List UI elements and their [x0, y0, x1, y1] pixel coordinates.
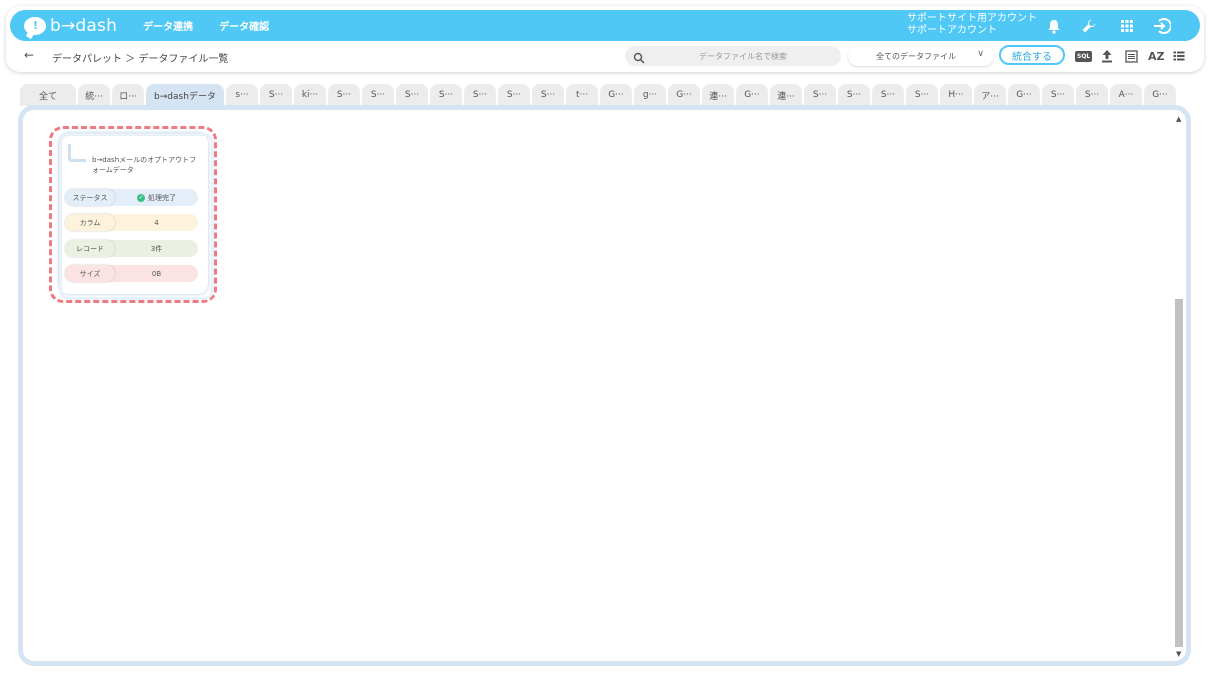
tab-item[interactable]: A··· — [1110, 84, 1142, 106]
status-value-wrap: ✓ 処理完了 — [115, 193, 198, 203]
status-label: ステータス — [65, 189, 115, 206]
sub-toolbar: ← データパレット ＞ データファイル一覧 全てのデータファイル ∨ 統合する … — [10, 44, 1200, 70]
size-row: サイズ 0B — [65, 265, 198, 282]
tab-item[interactable]: S··· — [1076, 84, 1108, 106]
logo[interactable]: ! b→dash — [24, 16, 117, 36]
logo-text: b→dash — [50, 15, 118, 36]
tab-item[interactable]: ki··· — [294, 84, 326, 106]
logo-bubble-icon: ! — [24, 16, 46, 35]
scroll-up-icon[interactable]: ▲ — [1176, 115, 1181, 123]
tab-item[interactable]: b→dashデータ — [146, 84, 224, 106]
tab-item[interactable]: S··· — [396, 84, 428, 106]
tab-item[interactable]: 全て — [20, 84, 76, 106]
size-value: 0B — [151, 269, 162, 278]
tab-item[interactable]: G··· — [1008, 84, 1040, 106]
tab-item[interactable]: s··· — [226, 84, 258, 106]
record-label: レコード — [65, 240, 115, 257]
column-row: カラム 4 — [65, 214, 198, 231]
tab-item[interactable]: S··· — [430, 84, 462, 106]
tab-item[interactable]: G··· — [736, 84, 768, 106]
file-filter-value: 全てのデータファイル — [876, 51, 956, 61]
category-tabs: 全て 統··· ロ··· b→dashデータ s··· S··· ki··· S··· S···… — [20, 84, 1178, 106]
scroll-down-icon[interactable]: ▼ — [1176, 650, 1181, 658]
back-arrow-icon[interactable]: ← — [24, 48, 34, 62]
list-view-icon[interactable] — [1125, 48, 1138, 64]
tab-item[interactable]: S··· — [532, 84, 564, 106]
tab-item[interactable]: ア··· — [974, 84, 1006, 106]
merge-button[interactable]: 統合する — [999, 45, 1065, 65]
tab-item[interactable]: S··· — [260, 84, 292, 106]
tab-item[interactable]: G··· — [1144, 84, 1176, 106]
sql-icon[interactable]: SQL — [1075, 48, 1093, 64]
scroll-thumb[interactable] — [1175, 299, 1183, 647]
nav-data-integration[interactable]: データ連携 — [143, 18, 193, 33]
tab-item[interactable]: S··· — [838, 84, 870, 106]
tab-item[interactable]: S··· — [464, 84, 496, 106]
sql-badge-text: SQL — [1075, 50, 1093, 62]
search-input[interactable] — [653, 46, 833, 66]
check-circle-icon: ✓ — [137, 193, 145, 202]
column-label: カラム — [65, 214, 115, 231]
tab-item[interactable]: S··· — [804, 84, 836, 106]
record-value: 3件 — [150, 244, 163, 253]
account-info[interactable]: サポートサイト用アカウント サポートアカウント — [907, 13, 1037, 37]
chevron-down-icon: ∨ — [977, 49, 984, 59]
vertical-scrollbar[interactable]: ▲ ▼ — [1173, 113, 1185, 659]
tab-item[interactable]: g··· — [634, 84, 666, 106]
tab-item[interactable]: S··· — [1042, 84, 1074, 106]
tab-item[interactable]: 連··· — [702, 84, 734, 106]
tab-item[interactable]: t··· — [566, 84, 598, 106]
nav-data-check[interactable]: データ確認 — [219, 18, 269, 33]
sort-az-icon[interactable]: AZ — [1148, 48, 1165, 64]
file-fold-icon — [68, 144, 86, 162]
bell-icon[interactable] — [1045, 17, 1063, 35]
tab-item[interactable]: H··· — [940, 84, 972, 106]
top-navigation-bar: ! b→dash データ連携 データ確認 サポートサイト用アカウント サポートア… — [10, 10, 1200, 41]
tab-item[interactable]: S··· — [872, 84, 904, 106]
tab-item[interactable]: G··· — [600, 84, 632, 106]
tab-item[interactable]: S··· — [906, 84, 938, 106]
column-value: 4 — [154, 218, 159, 227]
apps-grid-icon[interactable] — [1118, 17, 1136, 35]
logout-icon[interactable] — [1153, 17, 1171, 35]
tab-item[interactable]: S··· — [328, 84, 360, 106]
size-label: サイズ — [65, 265, 115, 282]
search-icon — [633, 49, 645, 68]
account-user-name: サポートアカウント — [907, 25, 997, 36]
status-row: ステータス ✓ 処理完了 — [65, 189, 198, 206]
record-row: レコード 3件 — [65, 240, 198, 257]
tab-item[interactable]: 統··· — [78, 84, 110, 106]
upload-icon[interactable] — [1101, 48, 1113, 64]
wrench-icon[interactable] — [1080, 17, 1098, 35]
sort-az-label: AZ — [1148, 49, 1165, 63]
app-root: ! b→dash データ連携 データ確認 サポートサイト用アカウント サポートア… — [0, 0, 1210, 680]
tab-item[interactable]: ロ··· — [112, 84, 144, 106]
tab-item[interactable]: G··· — [668, 84, 700, 106]
tab-item[interactable]: S··· — [362, 84, 394, 106]
tab-item[interactable]: S··· — [498, 84, 530, 106]
compact-list-icon[interactable] — [1173, 48, 1185, 64]
breadcrumb: データパレット ＞ データファイル一覧 — [52, 54, 229, 65]
file-filter-select[interactable]: 全てのデータファイル ∨ — [848, 46, 994, 66]
status-value: 処理完了 — [148, 193, 176, 202]
account-org-name: サポートサイト用アカウント — [907, 13, 1037, 24]
tab-item[interactable]: 連··· — [770, 84, 802, 106]
data-file-card[interactable]: b→dashメールのオプトアウトフォームデータ ステータス ✓ 処理完了 カラム … — [59, 133, 214, 300]
file-title: b→dashメールのオプトアウトフォームデータ — [92, 156, 197, 174]
search-box[interactable] — [625, 46, 841, 66]
